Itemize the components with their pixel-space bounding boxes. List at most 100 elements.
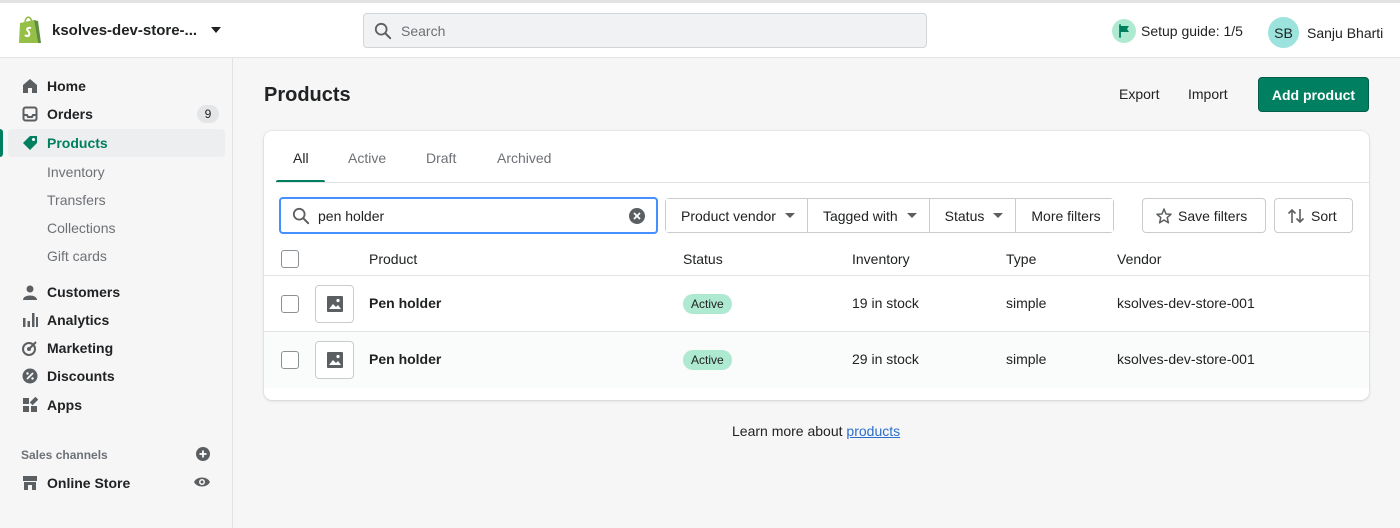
sidebar-item-label: Orders	[47, 106, 93, 122]
clear-icon[interactable]	[629, 208, 645, 224]
sort-icon	[1287, 208, 1305, 223]
discount-icon	[20, 366, 40, 386]
sidebar-subitem-transfers[interactable]: Transfers	[47, 192, 106, 208]
sidebar-item-products[interactable]: Products	[0, 129, 225, 157]
vendor-cell: ksolves-dev-store-001	[1117, 351, 1255, 367]
inventory-cell: 29 in stock	[852, 351, 919, 367]
table-row[interactable]: Pen holder Active 29 in stock simple kso…	[264, 332, 1369, 388]
filter-label: Status	[944, 207, 985, 224]
export-button[interactable]: Export	[1119, 86, 1159, 102]
sidebar-item-home[interactable]: Home	[8, 72, 225, 100]
setup-guide-button[interactable]: Setup guide: 1/5	[1112, 19, 1243, 43]
select-all-checkbox[interactable]	[281, 250, 299, 268]
sidebar-item-orders[interactable]: Orders 9	[8, 100, 225, 128]
sidebar-item-label: Customers	[47, 284, 121, 300]
sidebar-item-analytics[interactable]: Analytics	[8, 306, 225, 334]
apps-icon	[20, 395, 40, 415]
type-cell: simple	[1006, 351, 1047, 367]
filter-search-input[interactable]	[318, 207, 618, 224]
inventory-cell: 19 in stock	[852, 295, 919, 311]
store-icon	[20, 473, 40, 493]
add-product-button[interactable]: Add product	[1258, 77, 1369, 112]
sidebar-item-marketing[interactable]: Marketing	[8, 334, 225, 362]
product-name[interactable]: Pen holder	[369, 351, 441, 367]
learn-more-text: Learn more about	[732, 423, 843, 439]
user-name: Sanju Bharti	[1307, 24, 1384, 41]
star-icon	[1156, 207, 1172, 224]
filter-label: More filters	[1031, 207, 1101, 224]
save-filters-label: Save filters	[1178, 207, 1248, 224]
row-checkbox[interactable]	[281, 295, 299, 313]
import-button[interactable]: Import	[1188, 86, 1228, 102]
avatar: SB	[1268, 17, 1299, 48]
sidebar-item-label: Online Store	[47, 475, 131, 491]
filter-search-field[interactable]	[279, 197, 658, 234]
sidebar-item-label: Discounts	[47, 368, 115, 384]
global-search[interactable]	[363, 13, 927, 48]
save-filters-button[interactable]: Save filters	[1142, 198, 1266, 233]
store-switcher[interactable]: ksolves-dev-store-...	[16, 15, 222, 45]
sidebar-item-discounts[interactable]: Discounts	[8, 362, 225, 390]
sales-channels-heading: Sales channels	[21, 448, 108, 462]
eye-icon[interactable]	[193, 473, 211, 491]
sidebar-item-label: Apps	[47, 397, 82, 413]
image-icon	[326, 296, 343, 312]
status-badge: Active	[683, 350, 732, 370]
column-header-product: Product	[369, 251, 418, 267]
sort-button[interactable]: Sort	[1274, 198, 1353, 233]
orders-count-badge: 9	[197, 105, 219, 123]
status-badge: Active	[683, 294, 732, 314]
shopify-logo-icon	[19, 16, 41, 43]
vendor-cell: ksolves-dev-store-001	[1117, 295, 1255, 311]
sidebar: Home Orders 9 Products Inventory Transfe…	[0, 58, 233, 528]
chevron-down-icon	[211, 27, 222, 33]
add-circle-icon[interactable]	[196, 447, 210, 461]
sidebar-item-label: Marketing	[47, 340, 114, 356]
sidebar-subitem-collections[interactable]: Collections	[47, 220, 115, 236]
tab-draft[interactable]: Draft	[426, 150, 456, 166]
status-tabs: All Active Draft Archived	[264, 131, 1369, 183]
product-name[interactable]: Pen holder	[369, 295, 441, 311]
search-icon	[374, 22, 392, 39]
table-row[interactable]: Pen holder Active 19 in stock simple kso…	[264, 276, 1369, 332]
sidebar-item-customers[interactable]: Customers	[8, 278, 225, 306]
tab-all[interactable]: All	[293, 150, 309, 166]
bar-chart-icon	[20, 310, 40, 330]
setup-guide-label: Setup guide: 1/5	[1141, 23, 1243, 39]
product-thumbnail	[315, 285, 354, 323]
product-vendor-filter[interactable]: Product vendor	[666, 199, 808, 232]
sidebar-item-label: Products	[47, 135, 108, 151]
tagged-with-filter[interactable]: Tagged with	[807, 199, 930, 232]
caret-down-icon	[906, 213, 917, 218]
tab-active[interactable]: Active	[348, 150, 386, 166]
sidebar-subitem-inventory[interactable]: Inventory	[47, 164, 105, 180]
products-help-link[interactable]: products	[846, 423, 900, 439]
table-header: Product Status Inventory Type Vendor	[264, 243, 1369, 276]
user-menu[interactable]: SB Sanju Bharti	[1268, 17, 1383, 48]
person-icon	[20, 282, 40, 302]
column-header-inventory: Inventory	[852, 251, 910, 267]
flag-icon	[1112, 19, 1136, 43]
products-card: All Active Draft Archived Product vendor…	[264, 131, 1369, 400]
filter-label: Tagged with	[822, 207, 898, 224]
filter-button-group: Product vendor Tagged with Status More f…	[665, 198, 1114, 233]
learn-more-footer: Learn more about products	[732, 423, 900, 439]
sidebar-item-online-store[interactable]: Online Store	[8, 469, 225, 497]
column-header-type: Type	[1006, 251, 1037, 267]
row-checkbox[interactable]	[281, 351, 299, 369]
sidebar-item-apps[interactable]: Apps	[8, 391, 225, 419]
product-thumbnail	[315, 341, 354, 379]
top-bar: ksolves-dev-store-... Setup guide: 1/5 S…	[0, 0, 1400, 58]
search-input[interactable]	[401, 22, 881, 39]
status-filter[interactable]: Status	[929, 199, 1017, 232]
inbox-icon	[20, 104, 40, 124]
page-title: Products	[264, 84, 351, 106]
filter-label: Product vendor	[681, 207, 776, 224]
sidebar-item-label: Analytics	[47, 312, 110, 328]
tab-archived[interactable]: Archived	[497, 150, 551, 166]
column-header-status: Status	[683, 251, 723, 267]
sidebar-subitem-gift-cards[interactable]: Gift cards	[47, 248, 107, 264]
column-header-vendor: Vendor	[1117, 251, 1162, 267]
target-icon	[20, 338, 40, 358]
more-filters-button[interactable]: More filters	[1016, 199, 1113, 232]
